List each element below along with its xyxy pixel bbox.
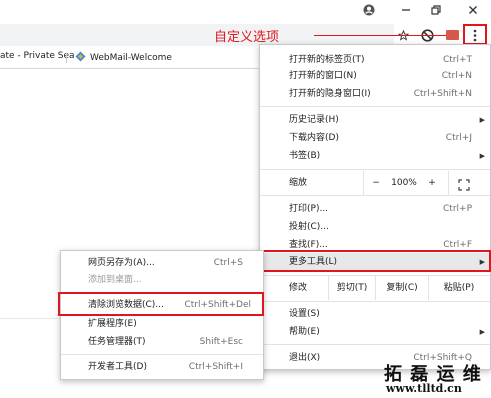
divider (260, 301, 490, 302)
divider (260, 195, 490, 196)
account-circle-icon[interactable] (360, 2, 378, 18)
divider (260, 169, 490, 170)
webmail-icon (75, 51, 86, 62)
menu-zoom-row: 缩放 − 100% + (260, 171, 490, 195)
submenu-arrow-icon: ▶ (479, 116, 485, 124)
submenu-item-devtools[interactable]: 开发者工具(D) Ctrl+Shift+I (61, 358, 263, 376)
close-icon[interactable] (464, 2, 482, 18)
zoom-out-button[interactable]: − (370, 171, 382, 195)
menu-button-highlight (463, 24, 487, 45)
restore-icon[interactable] (427, 2, 445, 18)
menu-item-history[interactable]: 历史记录(H) ▶ (260, 111, 490, 129)
menu-item-settings[interactable]: 设置(S) (260, 305, 490, 323)
title-bar (0, 0, 491, 22)
divider (448, 171, 449, 195)
divider (66, 53, 67, 63)
more-tools-highlight (260, 250, 491, 272)
menu-item-new-incognito[interactable]: 打开新的隐身窗口(I) Ctrl+Shift+N (260, 85, 490, 103)
menu-edit-row: 修改 剪切(T) 复制(C) 粘贴(P) (260, 276, 490, 300)
copy-button[interactable]: 复制(C) (376, 276, 428, 300)
divider (260, 344, 490, 345)
bookmark-private-search[interactable]: ate - Private Sea (0, 51, 75, 61)
zoom-level: 100% (391, 178, 417, 188)
fullscreen-icon[interactable] (458, 177, 470, 191)
submenu-arrow-icon: ▶ (479, 152, 485, 160)
divider (61, 354, 263, 355)
menu-item-help[interactable]: 帮助(E) ▶ (260, 323, 490, 341)
menu-item-bookmarks[interactable]: 书签(B) ▶ (260, 147, 490, 165)
annotation-label: 自定义选项 (214, 30, 280, 45)
zoom-in-button[interactable]: + (426, 171, 438, 195)
divider (363, 171, 364, 195)
menu-item-cast[interactable]: 投射(C)... (260, 218, 490, 236)
annotation-line (314, 35, 446, 36)
bookmark-webmail[interactable]: WebMail-Welcome (75, 51, 172, 63)
submenu-item-add-to-desktop: 添加到桌面... (88, 275, 142, 285)
minimize-icon[interactable] (397, 2, 415, 18)
menu-item-print[interactable]: 打印(P)... Ctrl+P (260, 200, 490, 218)
submenu-item-extensions[interactable]: 扩展程序(E) (61, 315, 263, 333)
menu-item-downloads[interactable]: 下载内容(D) Ctrl+J (260, 129, 490, 147)
menu-item-new-window[interactable]: 打开新的窗口(N) Ctrl+N (260, 67, 490, 85)
divider (260, 106, 490, 107)
extension-badge-icon[interactable] (444, 27, 460, 43)
submenu-arrow-icon: ▶ (479, 328, 485, 336)
submenu-item-task-manager[interactable]: 任务管理器(T) Shift+Esc (61, 333, 263, 351)
watermark-url: www.tlltd.cn (386, 382, 462, 395)
divider (0, 318, 60, 319)
cut-button[interactable]: 剪切(T) (329, 276, 375, 300)
clear-browsing-data-highlight (58, 292, 264, 316)
paste-button[interactable]: 粘贴(P) (429, 276, 489, 300)
chrome-main-menu: 打开新的标签页(T) Ctrl+T 打开新的窗口(N) Ctrl+N 打开新的隐身窗… (259, 44, 491, 370)
submenu-item-save-page[interactable]: 网页另存为(A)... Ctrl+S (61, 254, 263, 272)
